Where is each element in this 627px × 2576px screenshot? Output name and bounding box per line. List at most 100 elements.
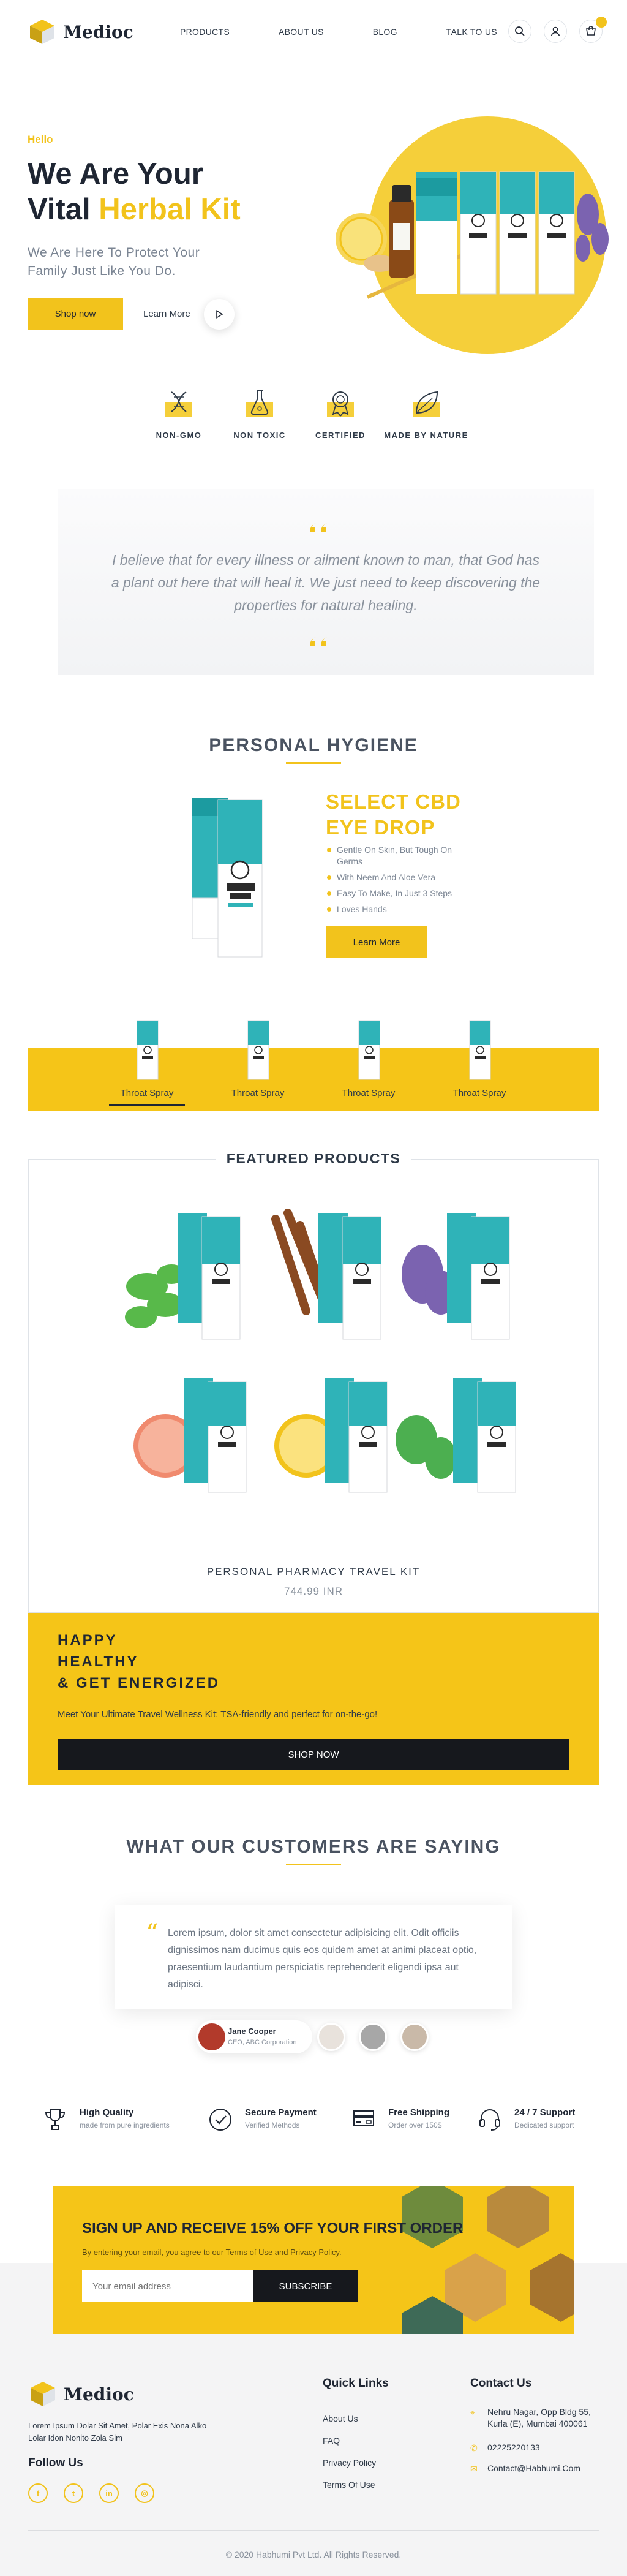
usp-sub: made from pure ingredients	[80, 2121, 170, 2129]
search-button[interactable]	[508, 20, 531, 43]
phone-number: 02225220133	[487, 2442, 540, 2452]
energize-title: HAPPY HEALTHY & GET ENERGIZED	[58, 1630, 220, 1694]
learn-more-link[interactable]: Learn More	[143, 309, 190, 319]
hero-hello: Hello	[28, 134, 53, 145]
hero-title-line1: We Are Your	[28, 157, 203, 191]
quote-text: I believe that for every illness or ailm…	[111, 552, 541, 613]
feature-made-by-nature: MADE BY NATURE	[381, 388, 471, 440]
brand-logo[interactable]: Medioc	[28, 17, 133, 47]
tab-label[interactable]: Throat Spray	[98, 1088, 196, 1098]
facebook-icon[interactable]: f	[28, 2483, 48, 2503]
section-title-personal-hygiene: PERSONAL HYGIENE	[209, 735, 418, 755]
footer-brand-name: Medioc	[64, 2384, 134, 2404]
copyright: © 2020 Habhumi Pvt Ltd. All Rights Reser…	[225, 2550, 402, 2559]
nav-blog[interactable]: BLOG	[373, 27, 397, 37]
footer-link-privacy-policy[interactable]: Privacy Policy	[323, 2458, 376, 2468]
usp-free-shipping: Free Shipping Order over 150$	[351, 2106, 474, 2136]
search-icon	[515, 26, 525, 36]
dna-icon	[165, 391, 192, 417]
section-title-testimonials: WHAT OUR CUSTOMERS ARE SAYING	[126, 1837, 501, 1857]
play-button[interactable]	[204, 299, 235, 330]
location-pin-icon: ⌖	[470, 2408, 475, 2417]
tab-throat-spray-1[interactable]	[98, 1019, 196, 1084]
testimonial-card: “ Lorem ipsum, dolor sit amet consectetu…	[115, 1905, 512, 2009]
hero-subtitle-line2: Family Just Like You Do.	[28, 264, 176, 278]
subscribe-button[interactable]: SUBSCRIBE	[253, 2270, 358, 2302]
signup-title: SIGN UP AND RECEIVE 15% OFF YOUR FIRST O…	[82, 2220, 464, 2237]
cart-button[interactable]	[579, 17, 607, 43]
product-tile-cinnamon[interactable]	[263, 1201, 398, 1495]
tab-label[interactable]: Throat Spray	[430, 1088, 528, 1098]
tab-label[interactable]: Throat Spray	[320, 1088, 418, 1098]
section-underline	[286, 1864, 341, 1865]
shop-now-button[interactable]: Shop now	[28, 298, 123, 330]
check-circle-icon	[209, 2109, 231, 2131]
feature-label: MADE BY NATURE	[384, 431, 468, 440]
feature-label: NON TOXIC	[233, 431, 286, 440]
testimonial-author-active[interactable]: Jane Cooper CEO, ABC Corporation	[196, 2020, 312, 2053]
account-button[interactable]	[544, 20, 567, 43]
shop-now-dark-button[interactable]: SHOP NOW	[58, 1739, 569, 1770]
featured-product-price: 744.99 INR	[284, 1585, 343, 1597]
tab-throat-spray-3[interactable]	[320, 1019, 418, 1084]
user-icon	[550, 26, 560, 36]
email-input[interactable]	[82, 2270, 253, 2302]
tab-throat-spray-4[interactable]	[430, 1019, 528, 1084]
logo-mark-icon	[31, 2382, 55, 2406]
feature-label: CERTIFIED	[315, 431, 366, 440]
eye-drop-product-image	[192, 798, 263, 958]
product-learn-more-button[interactable]: Learn More	[326, 926, 427, 958]
avatar	[198, 2023, 225, 2050]
contact-email[interactable]: ✉ Contact@Habhumi.Com	[470, 2463, 611, 2474]
throat-spray-thumb	[247, 1020, 269, 1080]
contact-phone[interactable]: ✆ 02225220133	[470, 2442, 611, 2453]
product-tile-mint[interactable]	[122, 1201, 257, 1495]
hero-subtitle: We Are Here To Protect Your Family Just …	[28, 244, 200, 281]
medal-icon	[327, 391, 354, 417]
main-nav: PRODUCTS ABOUT US BLOG TALK TO US	[180, 27, 546, 37]
page: Medioc PRODUCTS ABOUT US BLOG TALK TO US…	[0, 0, 627, 2576]
usp-sub: Dedicated support	[514, 2121, 574, 2129]
linkedin-icon[interactable]: in	[99, 2483, 119, 2503]
footer-divider	[28, 2530, 599, 2531]
social-links: f t in ◎	[28, 2483, 154, 2503]
instagram-icon[interactable]: ◎	[135, 2483, 154, 2503]
feature-certified: CERTIFIED	[300, 388, 381, 440]
throat-spray-thumb	[358, 1020, 380, 1080]
testimonial-avatar-2[interactable]	[317, 2023, 345, 2051]
nav-talk-to-us[interactable]: TALK TO US	[446, 27, 497, 37]
tab-throat-spray-2[interactable]	[209, 1019, 307, 1084]
footer-logo[interactable]: Medioc	[28, 2379, 134, 2409]
quote-open-icon	[310, 523, 327, 532]
product-benefits-list: Gentle On Skin, But Tough On Germs With …	[326, 844, 467, 920]
flask-icon	[246, 390, 273, 417]
featured-product-name[interactable]: PERSONAL PHARMACY TRAVEL KIT	[0, 1566, 627, 1578]
address-line1: Nehru Nagar, Opp Bldg 55,	[487, 2407, 591, 2417]
product-tile-lavender[interactable]	[392, 1201, 527, 1495]
testimonial-avatar-4[interactable]	[400, 2023, 429, 2051]
footer-link-terms-of-use[interactable]: Terms Of Use	[323, 2480, 375, 2490]
brand-name: Medioc	[63, 21, 133, 42]
throat-spray-thumb	[137, 1020, 159, 1080]
hero-title-vital: Vital	[28, 193, 91, 226]
herbs-hexagon-image	[402, 2186, 574, 2334]
active-tab-indicator	[109, 1104, 185, 1106]
footer-link-about-us[interactable]: About Us	[323, 2414, 358, 2423]
benefit-item: Gentle On Skin, But Tough On Germs	[326, 844, 467, 867]
email-address: Contact@Habhumi.Com	[487, 2463, 580, 2473]
footer-link-faq[interactable]: FAQ	[323, 2436, 340, 2446]
tab-label[interactable]: Throat Spray	[209, 1088, 307, 1098]
energize-text: Meet Your Ultimate Travel Wellness Kit: …	[58, 1709, 378, 1720]
benefit-item: Easy To Make, In Just 3 Steps	[326, 888, 467, 899]
twitter-icon[interactable]: t	[64, 2483, 83, 2503]
energize-line1: HAPPY	[58, 1632, 118, 1649]
author-name: Jane Cooper	[228, 2026, 276, 2036]
feature-label: NON-GMO	[156, 431, 202, 440]
energize-line3: & GET ENERGIZED	[58, 1675, 220, 1691]
trophy-icon	[45, 2109, 66, 2130]
nav-products[interactable]: PRODUCTS	[180, 27, 230, 37]
quote-block: I believe that for every illness or ailm…	[58, 489, 594, 675]
hero-subtitle-line1: We Are Here To Protect Your	[28, 246, 200, 260]
nav-about-us[interactable]: ABOUT US	[279, 27, 324, 37]
testimonial-avatar-3[interactable]	[359, 2023, 387, 2051]
